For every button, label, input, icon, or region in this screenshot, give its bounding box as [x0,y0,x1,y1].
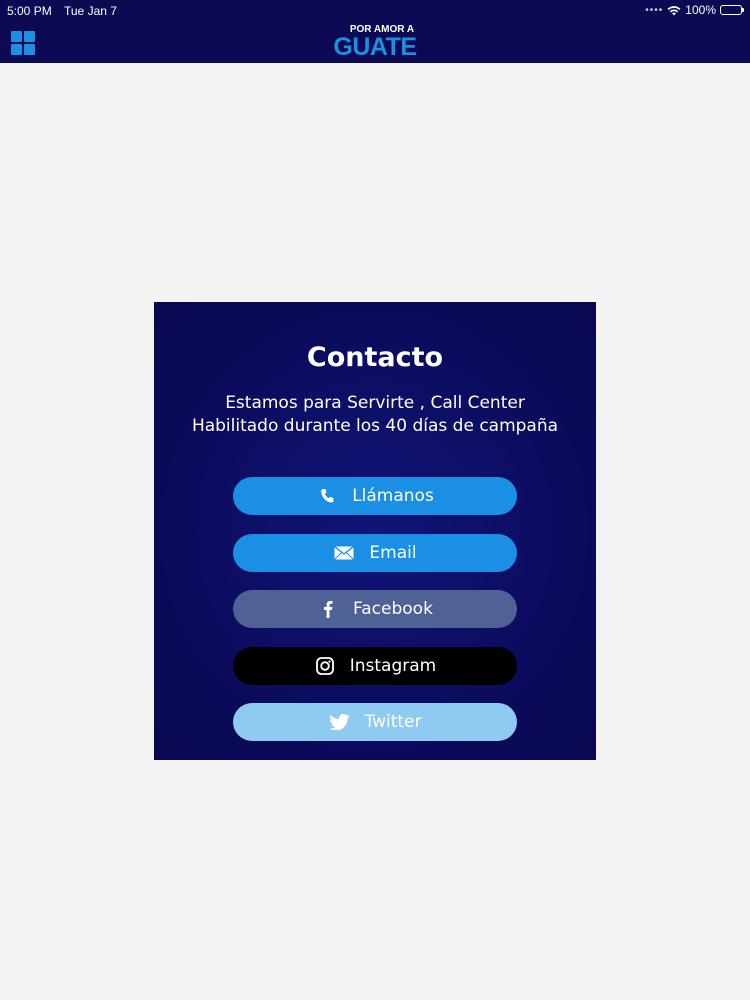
signal-icon: •••• [645,4,664,16]
facebook-button[interactable]: Facebook [233,590,517,628]
grid-menu-icon[interactable] [11,31,35,55]
battery-icon [720,5,744,15]
envelope-icon [333,543,355,563]
contact-title: Contacto [306,342,444,373]
twitter-icon [329,712,351,732]
instagram-icon [314,656,336,676]
status-time: 5:00 PM [7,4,52,18]
facebook-button-label: Facebook [353,599,433,619]
logo: POR AMOR A GUATE [300,24,450,60]
twitter-button-label: Twitter [364,712,422,732]
contact-subtitle-line2: Habilitado durante los 40 días de campañ… [191,416,559,436]
status-date: Tue Jan 7 [64,4,117,18]
facebook-icon [317,599,339,619]
call-button-label: Llámanos [352,486,434,506]
logo-big-text: GUATE [333,33,417,61]
wifi-icon [667,5,681,15]
status-right: •••• 100% [645,3,744,17]
twitter-button[interactable]: Twitter [233,703,517,741]
email-button-label: Email [369,543,417,563]
status-bar: 5:00 PM Tue Jan 7 •••• 100% [0,0,750,22]
call-button[interactable]: Llámanos [233,477,517,515]
instagram-button-label: Instagram [349,656,437,676]
contact-card: Contacto Estamos para Servirte , Call Ce… [154,302,596,760]
battery-percent: 100% [685,3,716,17]
phone-icon [316,486,338,506]
instagram-button[interactable]: Instagram [233,647,517,685]
nav-bar: POR AMOR A GUATE [0,22,750,63]
email-button[interactable]: Email [233,534,517,572]
contact-subtitle: Estamos para Servirte , Call Center Habi… [154,392,596,438]
contact-subtitle-line1: Estamos para Servirte , Call Center [225,393,525,413]
